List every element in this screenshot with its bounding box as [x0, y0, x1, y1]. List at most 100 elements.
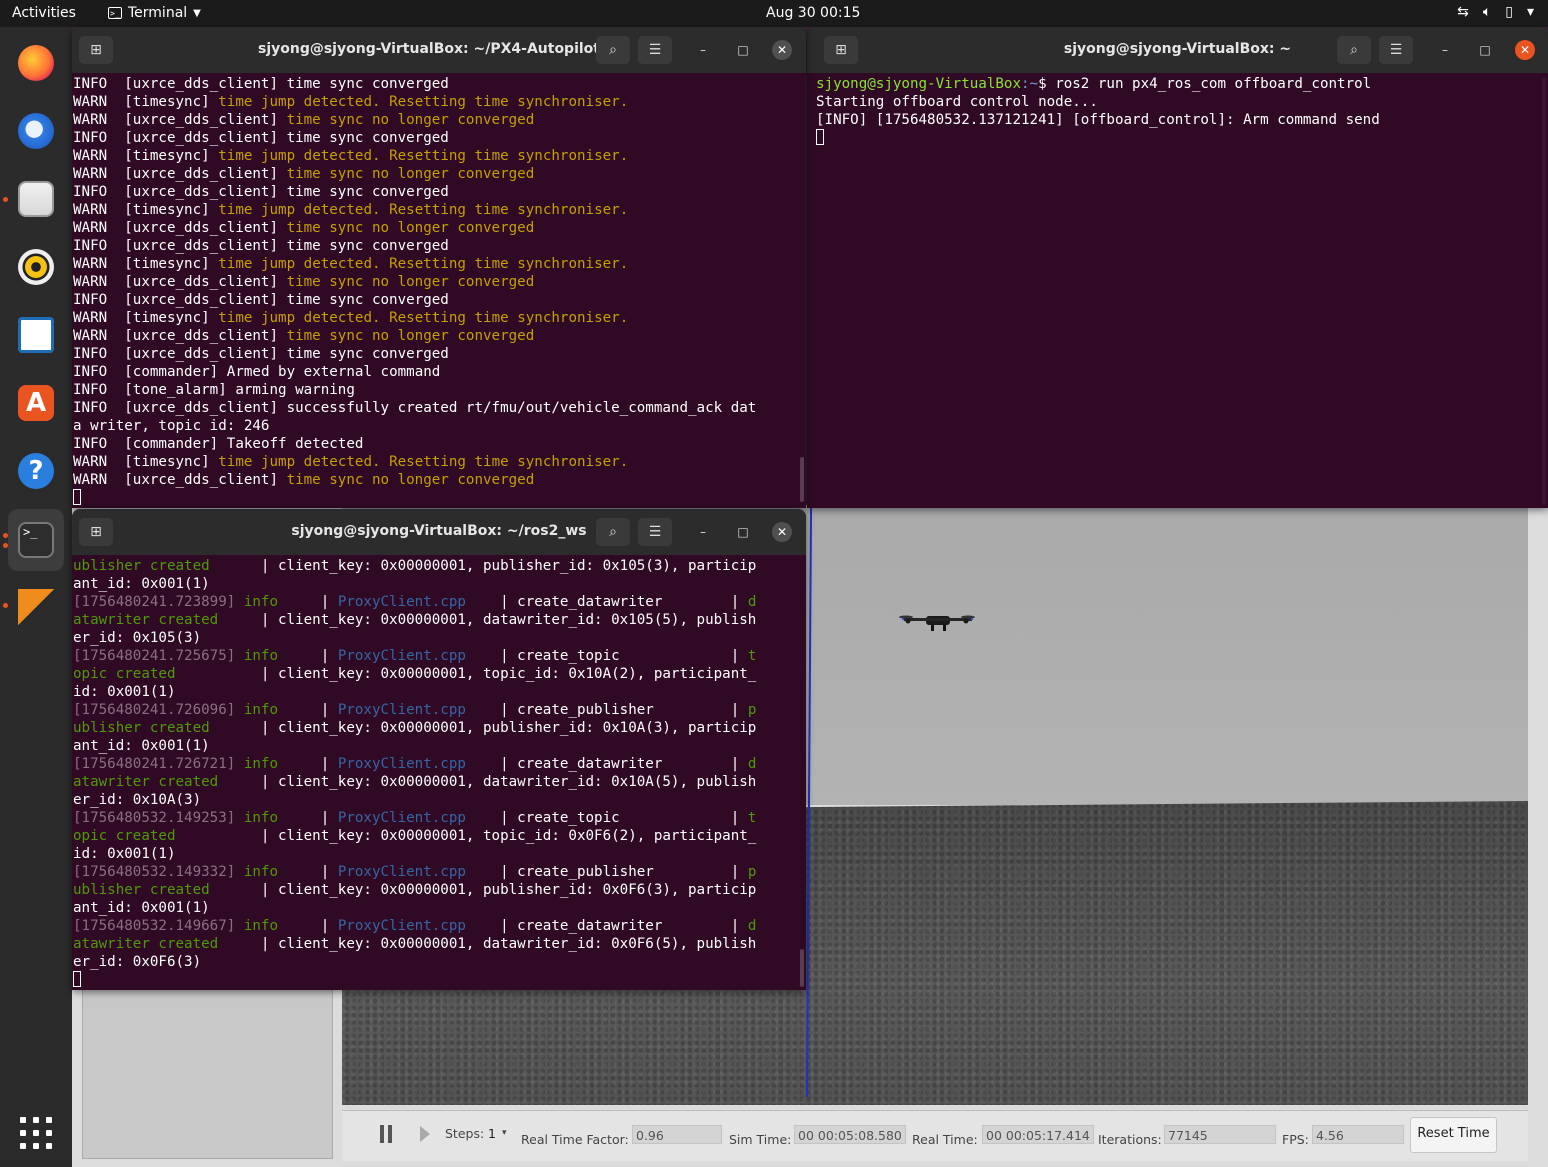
- minimize-icon[interactable]: –: [693, 522, 713, 542]
- log-message: time sync converged: [286, 184, 449, 200]
- log-segment: d: [747, 918, 757, 934]
- real-time-label: Real Time:: [912, 1132, 978, 1147]
- terminal-output[interactable]: ublisher created | client_key: 0x0000000…: [72, 557, 806, 990]
- scrollbar[interactable]: [1542, 77, 1546, 505]
- log-level: INFO: [73, 76, 108, 92]
- search-icon[interactable]: ⌕: [596, 36, 630, 64]
- log-line: [1756480241.726721] info | ProxyClient.c…: [73, 755, 806, 773]
- prompt-path: :~: [1021, 76, 1039, 92]
- minimize-icon[interactable]: –: [693, 40, 713, 60]
- prompt-user: sjyong@sjyong-VirtualBox: [816, 76, 1021, 92]
- log-line: atawriter created | client_key: 0x000000…: [73, 611, 806, 629]
- maximize-icon[interactable]: □: [733, 40, 753, 60]
- log-message: time sync no longer converged: [286, 472, 535, 488]
- dock-terminal[interactable]: >_: [8, 509, 64, 571]
- log-segment: ant_id: 0x001(1): [73, 738, 210, 754]
- text-cursor: [816, 129, 824, 145]
- app-menu[interactable]: >_ Terminal ▼: [108, 5, 201, 21]
- terminal-window-ros2ws[interactable]: ⊞ sjyong@sjyong-VirtualBox: ~/ros2_ws ⌕ …: [72, 509, 806, 990]
- terminal-output[interactable]: sjyong@sjyong-VirtualBox:~$ ros2 run px4…: [815, 75, 1548, 508]
- dock-files[interactable]: [8, 171, 64, 227]
- clock[interactable]: Aug 30 00:15: [766, 5, 860, 21]
- log-segment: d: [747, 756, 757, 772]
- hamburger-menu-icon[interactable]: ☰: [638, 36, 672, 64]
- dock-qgroundcontrol[interactable]: [8, 579, 64, 635]
- close-icon[interactable]: ✕: [772, 522, 792, 542]
- show-applications-icon[interactable]: [20, 1117, 52, 1149]
- titlebar[interactable]: ⊞ sjyong@sjyong-VirtualBox: ~/ros2_ws ⌕ …: [72, 509, 806, 555]
- search-icon[interactable]: ⌕: [1337, 36, 1371, 64]
- reset-time-button[interactable]: Reset Time: [1410, 1117, 1497, 1153]
- log-tag: [uxrce_dds_client]: [124, 328, 279, 344]
- log-line: INFO [uxrce_dds_client] time sync conver…: [73, 75, 806, 93]
- log-segment: [1756480241.726096]: [73, 702, 244, 718]
- log-tag: [uxrce_dds_client]: [124, 220, 279, 236]
- app-menu-label: Terminal: [128, 5, 188, 21]
- log-segment: |: [278, 702, 338, 718]
- titlebar[interactable]: ⊞ sjyong@sjyong-VirtualBox: ~/PX4-Autopi…: [72, 27, 806, 73]
- terminal-window-home[interactable]: ⊞ sjyong@sjyong-VirtualBox: ~ ⌕ ☰ – □ ✕ …: [807, 27, 1548, 508]
- log-segment: p: [747, 702, 757, 718]
- dock-help[interactable]: ?: [8, 443, 64, 499]
- system-tray[interactable]: ⇆ 🔈︎ ▯ ▾: [1457, 4, 1534, 20]
- log-line: [1756480241.725675] info | ProxyClient.c…: [73, 647, 806, 665]
- minimize-icon[interactable]: –: [1435, 40, 1455, 60]
- power-menu-icon[interactable]: ▾: [1527, 4, 1534, 20]
- activities-button[interactable]: Activities: [12, 5, 76, 21]
- log-tag: [uxrce_dds_client]: [124, 472, 279, 488]
- log-tag: [uxrce_dds_client]: [124, 400, 279, 416]
- log-segment: |: [278, 918, 338, 934]
- gazebo-side-panel[interactable]: [82, 985, 333, 1159]
- network-icon[interactable]: ⇆: [1457, 4, 1469, 20]
- log-segment: | create_datawriter |: [465, 594, 748, 610]
- terminal-output[interactable]: INFO [uxrce_dds_client] time sync conver…: [72, 75, 806, 508]
- log-line: WARN [uxrce_dds_client] time sync no lon…: [73, 327, 806, 345]
- chevron-down-icon[interactable]: ▾: [502, 1128, 507, 1138]
- log-segment: | create_datawriter |: [465, 918, 748, 934]
- scrollbar[interactable]: [800, 949, 804, 987]
- document-icon: [18, 317, 54, 353]
- log-segment: | client_key: 0x00000001, topic_id: 0x10…: [175, 666, 757, 682]
- close-icon[interactable]: ✕: [772, 40, 792, 60]
- hamburger-menu-icon[interactable]: ☰: [1379, 36, 1413, 64]
- log-segment: |: [278, 810, 338, 826]
- close-icon[interactable]: ✕: [1515, 40, 1535, 60]
- drone-model[interactable]: [898, 607, 978, 637]
- log-segment: er_id: 0x105(3): [73, 630, 202, 646]
- search-icon[interactable]: ⌕: [596, 518, 630, 546]
- scrollbar[interactable]: [800, 457, 804, 502]
- top-bar: Activities >_ Terminal ▼ Aug 30 00:15 ⇆ …: [0, 0, 1548, 27]
- volume-icon[interactable]: 🔈︎: [1483, 4, 1491, 20]
- text-cursor: [73, 971, 81, 987]
- maximize-icon[interactable]: □: [733, 522, 753, 542]
- dock-firefox[interactable]: [8, 35, 64, 91]
- dock-software[interactable]: A: [8, 375, 64, 431]
- log-segment: | create_publisher |: [465, 864, 748, 880]
- dock-writer[interactable]: [8, 307, 64, 363]
- terminal-window-px4[interactable]: ⊞ sjyong@sjyong-VirtualBox: ~/PX4-Autopi…: [72, 27, 806, 508]
- log-line: WARN [timesync] time jump detected. Rese…: [73, 453, 806, 471]
- log-line: WARN [timesync] time jump detected. Rese…: [73, 201, 806, 219]
- log-line: WARN [timesync] time jump detected. Rese…: [73, 93, 806, 111]
- log-tag: [uxrce_dds_client]: [124, 292, 279, 308]
- titlebar[interactable]: ⊞ sjyong@sjyong-VirtualBox: ~ ⌕ ☰ – □ ✕: [807, 27, 1548, 73]
- qgroundcontrol-icon: [18, 589, 54, 625]
- log-line: [1756480241.726096] info | ProxyClient.c…: [73, 701, 806, 719]
- log-line: id: 0x001(1): [73, 845, 806, 863]
- log-level: INFO: [73, 436, 108, 452]
- log-segment: opic created: [73, 666, 176, 682]
- hamburger-menu-icon[interactable]: ☰: [638, 518, 672, 546]
- log-tag: [uxrce_dds_client]: [124, 76, 279, 92]
- log-level: WARN: [73, 166, 108, 182]
- pause-icon[interactable]: [380, 1125, 392, 1143]
- dock-thunderbird[interactable]: [8, 103, 64, 159]
- maximize-icon[interactable]: □: [1475, 40, 1495, 60]
- rhythmbox-icon: [18, 249, 54, 285]
- dock-rhythmbox[interactable]: [8, 239, 64, 295]
- log-message: Armed by external command: [226, 364, 441, 380]
- log-segment: d: [747, 594, 757, 610]
- steps-value[interactable]: 1: [488, 1126, 496, 1141]
- log-segment: [1756480532.149332]: [73, 864, 244, 880]
- battery-icon[interactable]: ▯: [1505, 4, 1513, 20]
- step-forward-icon[interactable]: [420, 1126, 430, 1142]
